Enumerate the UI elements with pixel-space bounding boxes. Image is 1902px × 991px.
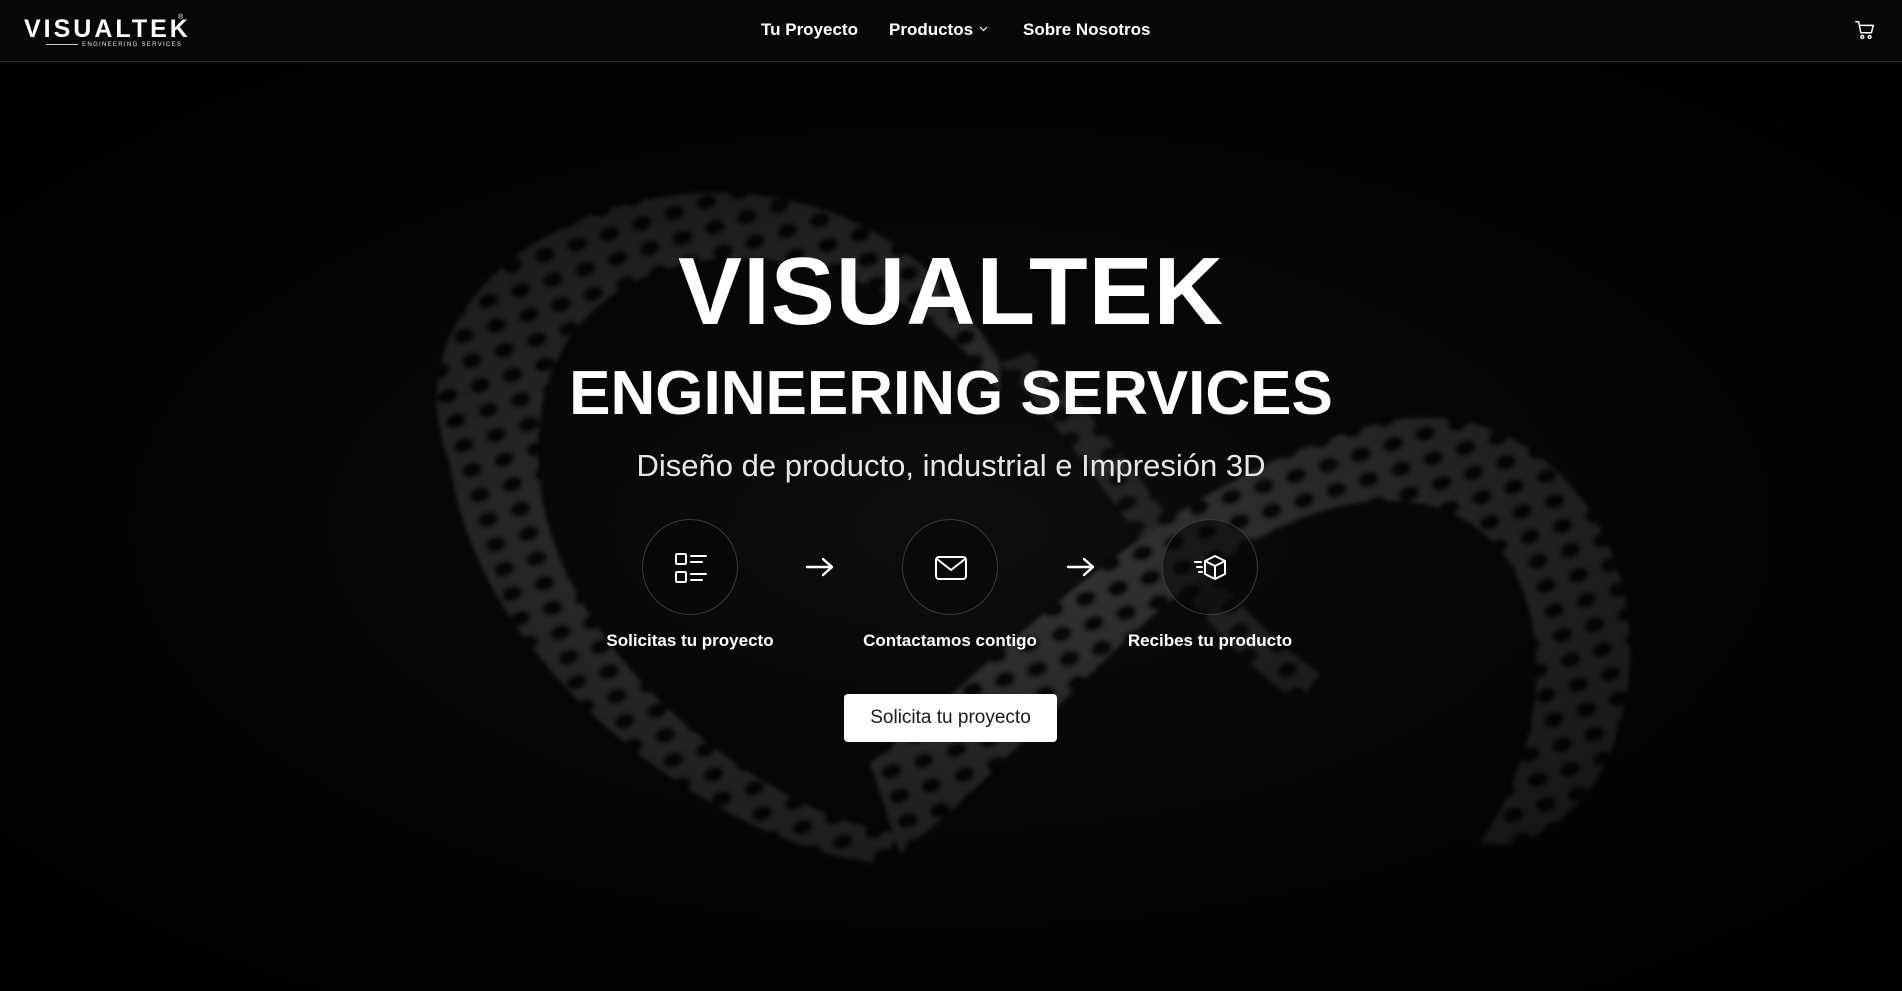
cart-icon[interactable] [1854, 19, 1876, 41]
page: VISUALTEK ® ENGINEERING SERVICES Tu Proy… [0, 0, 1902, 991]
chevron-down-icon [979, 26, 988, 32]
box-delivery-icon [1194, 555, 1226, 580]
request-project-button[interactable]: Solicita tu proyecto [844, 694, 1057, 742]
hero-subtitle: ENGINEERING SERVICES [569, 359, 1333, 428]
arrow-right-icon [805, 557, 834, 577]
nav-tu-proyecto[interactable]: Tu Proyecto [761, 19, 858, 41]
nav-productos-label: Productos [889, 20, 974, 39]
list-icon [675, 553, 707, 583]
step-request [642, 519, 738, 615]
registered-mark: ® [178, 14, 184, 21]
nav-productos[interactable]: Productos [889, 19, 988, 41]
step-label-request: Solicitas tu proyecto [606, 631, 774, 650]
logo-divider [46, 44, 78, 45]
step-receive [1162, 519, 1258, 615]
step-label-contact: Contactamos contigo [863, 631, 1037, 650]
step-label-receive: Recibes tu producto [1127, 631, 1293, 650]
logo-wordmark: VISUALTEK [24, 15, 191, 43]
hero-tagline: Diseño de producto, industrial e Impresi… [636, 448, 1266, 483]
brand-logo[interactable]: VISUALTEK ® ENGINEERING SERVICES [24, 14, 194, 48]
hero-title: VISUALTEK [678, 238, 1224, 345]
site-header: VISUALTEK ® ENGINEERING SERVICES Tu Proy… [0, 0, 1902, 62]
logo-tagline: ENGINEERING SERVICES [82, 41, 183, 48]
step-contact [902, 519, 998, 615]
mail-icon [935, 556, 967, 580]
nav-sobre-nosotros[interactable]: Sobre Nosotros [1023, 19, 1151, 41]
arrow-right-icon [1066, 557, 1095, 577]
